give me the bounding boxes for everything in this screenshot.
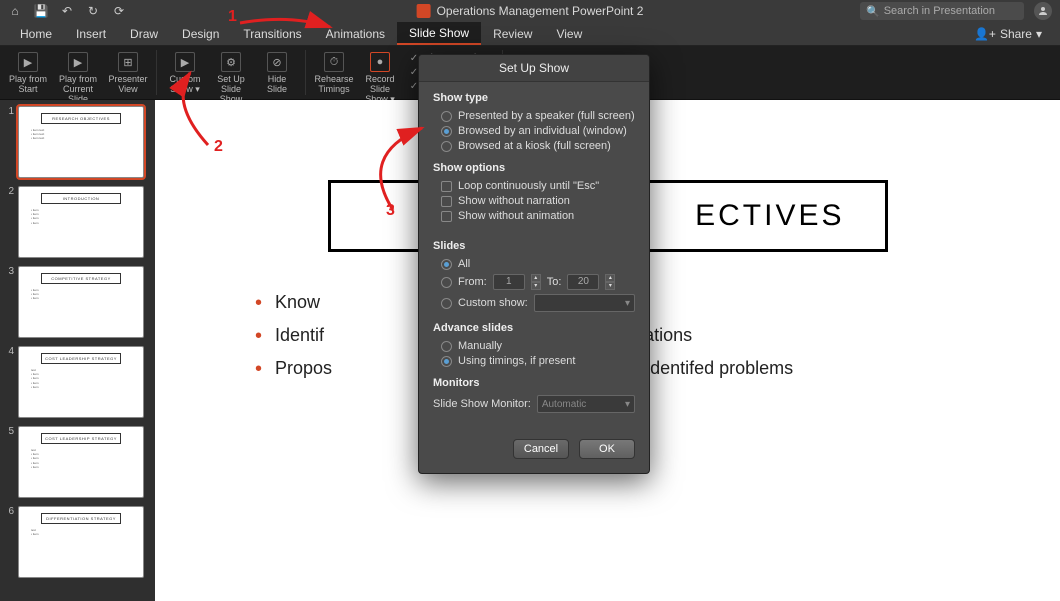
chevron-down-icon: ▾ [1036,27,1042,41]
doc-title-wrap: Operations Management PowerPoint 2 [417,4,644,18]
tab-slide-show[interactable]: Slide Show [397,22,481,45]
play-from-start-button[interactable]: ▶Play from Start [6,50,50,96]
thumbnail-slide[interactable]: INTRODUCTION• item• item• item• item [18,186,144,258]
slide-thumbnail-panel[interactable]: 1 RESEARCH OBJECTIVES• item text• item te… [0,100,155,601]
custom-show-select[interactable]: ▾ [534,294,635,312]
thumb-num: 2 [4,186,14,197]
share-button[interactable]: 👤+ Share ▾ [964,22,1052,45]
to-input[interactable]: 20 [567,274,599,290]
check-no-animation[interactable]: Show without animation [441,210,635,222]
undo-icon[interactable]: ↶ [60,4,74,18]
section-advance: Advance slides [433,322,635,334]
chevron-down-icon: ▾ [625,399,630,410]
tab-home[interactable]: Home [8,22,64,45]
home-icon[interactable]: ⌂ [8,4,22,18]
record-slideshow-button[interactable]: ●Record Slide Show ▾ [358,50,402,107]
tab-insert[interactable]: Insert [64,22,118,45]
quick-access: ⌂ 💾 ↶ ↻ ⟳ [8,4,126,18]
search-placeholder: Search in Presentation [884,5,995,17]
powerpoint-icon [417,4,431,18]
thumb-num: 1 [4,106,14,117]
search-input[interactable]: 🔍 Search in Presentation [860,2,1024,20]
search-icon: 🔍 [866,5,880,18]
ok-button[interactable]: OK [579,439,635,459]
thumbnail-slide[interactable]: COMPETITIVE STRATEGY• item• item• item [18,266,144,338]
section-show-type: Show type [433,92,635,104]
section-show-options: Show options [433,162,635,174]
rehearse-timings-button[interactable]: ⏱Rehearse Timings [312,50,356,96]
radio-timings[interactable]: Using timings, if present [441,355,635,367]
radio-individual[interactable]: Browsed by an individual (window) [441,125,635,137]
tab-review[interactable]: Review [481,22,544,45]
thumb-num: 4 [4,346,14,357]
thumbnail-slide[interactable]: COST LEADERSHIP STRATEGYtext• item• item… [18,346,144,418]
radio-speaker[interactable]: Presented by a speaker (full screen) [441,110,635,122]
thumb-num: 3 [4,266,14,277]
redo-icon[interactable]: ↻ [86,4,100,18]
tab-draw[interactable]: Draw [118,22,170,45]
check-no-narration[interactable]: Show without narration [441,195,635,207]
radio-all-slides[interactable]: All [441,258,635,270]
setup-show-dialog: Set Up Show Show type Presented by a spe… [418,54,650,474]
dialog-title: Set Up Show [419,55,649,82]
setup-show-button[interactable]: ⚙Set Up Slide Show [209,50,253,106]
cancel-button[interactable]: Cancel [513,439,569,459]
thumb-num: 6 [4,506,14,517]
thumbnail-slide[interactable]: DIFFERENTIATION STRATEGYtext• item [18,506,144,578]
thumbnail-slide[interactable]: RESEARCH OBJECTIVES• item text• item tex… [18,106,144,178]
presenter-view-button[interactable]: ⊞Presenter View [106,50,150,96]
thumbnail-slide[interactable]: COST LEADERSHIP STRATEGYtext• item• item… [18,426,144,498]
monitor-select[interactable]: Automatic▾ [537,395,635,413]
section-monitors: Monitors [433,377,635,389]
thumb-num: 5 [4,426,14,437]
radio-from-to[interactable]: From: 1 ▴▾ To: 20 ▴▾ [441,274,635,290]
hide-slide-button[interactable]: ⊘Hide Slide [255,50,299,96]
autosave-icon[interactable]: ⟳ [112,4,126,18]
tab-view[interactable]: View [544,22,594,45]
tab-transitions[interactable]: Transitions [231,22,313,45]
check-loop[interactable]: Loop continuously until "Esc" [441,180,635,192]
tab-animations[interactable]: Animations [314,22,397,45]
share-label: Share [1000,27,1032,41]
share-icon: 👤+ [974,27,996,41]
radio-kiosk[interactable]: Browsed at a kiosk (full screen) [441,140,635,152]
chevron-down-icon: ▾ [625,298,630,309]
titlebar: ⌂ 💾 ↶ ↻ ⟳ Operations Management PowerPoi… [0,0,1060,22]
user-avatar[interactable] [1034,2,1052,20]
section-slides: Slides [433,240,635,252]
from-stepper[interactable]: ▴▾ [531,274,541,290]
from-input[interactable]: 1 [493,274,525,290]
ribbon-tabs: Home Insert Draw Design Transitions Anim… [0,22,1060,46]
radio-custom-show[interactable]: Custom show: ▾ [441,294,635,312]
tab-design[interactable]: Design [170,22,231,45]
doc-title: Operations Management PowerPoint 2 [437,4,644,18]
to-stepper[interactable]: ▴▾ [605,274,615,290]
save-icon[interactable]: 💾 [34,4,48,18]
play-from-current-button[interactable]: ▶Play from Current Slide [52,50,104,106]
monitor-label: Slide Show Monitor: [433,398,531,410]
radio-manually[interactable]: Manually [441,340,635,352]
custom-show-button[interactable]: ▶Custom Show ▾ [163,50,207,97]
